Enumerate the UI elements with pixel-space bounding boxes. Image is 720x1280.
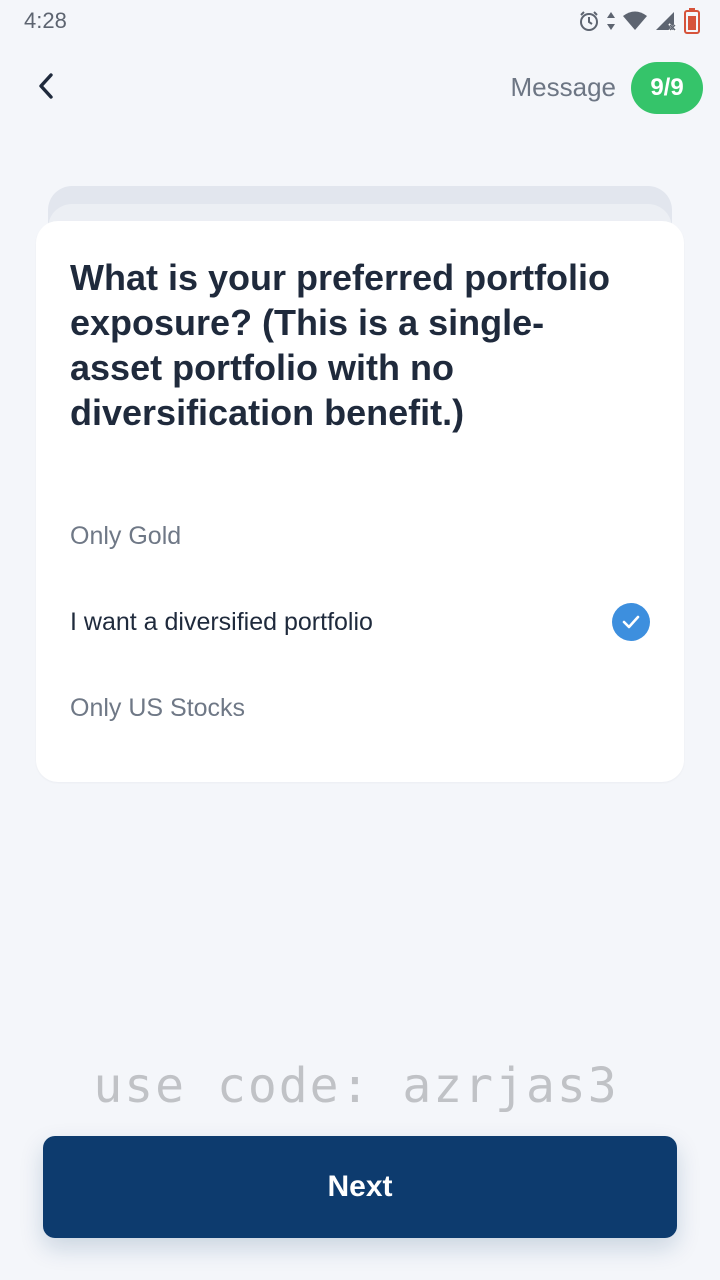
wifi-icon bbox=[622, 10, 648, 32]
battery-icon bbox=[684, 8, 700, 34]
option-diversified-portfolio[interactable]: I want a diversified portfolio bbox=[36, 592, 684, 652]
next-button[interactable]: Next bbox=[43, 1136, 677, 1238]
checkmark-icon bbox=[612, 603, 650, 641]
question-title: What is your preferred portfolio exposur… bbox=[70, 257, 611, 433]
alarm-icon bbox=[578, 10, 600, 32]
option-label: Only Gold bbox=[70, 521, 182, 550]
progress-badge: 9/9 bbox=[631, 62, 703, 114]
back-button[interactable] bbox=[24, 66, 68, 110]
message-label: Message bbox=[510, 72, 617, 102]
signal-icon bbox=[654, 10, 678, 32]
option-only-gold[interactable]: Only Gold bbox=[36, 506, 684, 566]
option-label: I want a diversified portfolio bbox=[70, 607, 373, 636]
status-icons bbox=[578, 6, 700, 36]
status-bar: 4:28 bbox=[0, 0, 720, 44]
promo-code-watermark: use code: azrjas3 bbox=[93, 1058, 619, 1114]
data-arrows-icon bbox=[606, 10, 616, 32]
option-only-us-stocks[interactable]: Only US Stocks bbox=[36, 678, 684, 738]
status-time: 4:28 bbox=[24, 8, 67, 33]
option-label: Only US Stocks bbox=[70, 693, 246, 722]
chevron-left-icon bbox=[36, 72, 56, 105]
question-card: What is your preferred portfolio exposur… bbox=[36, 221, 684, 782]
